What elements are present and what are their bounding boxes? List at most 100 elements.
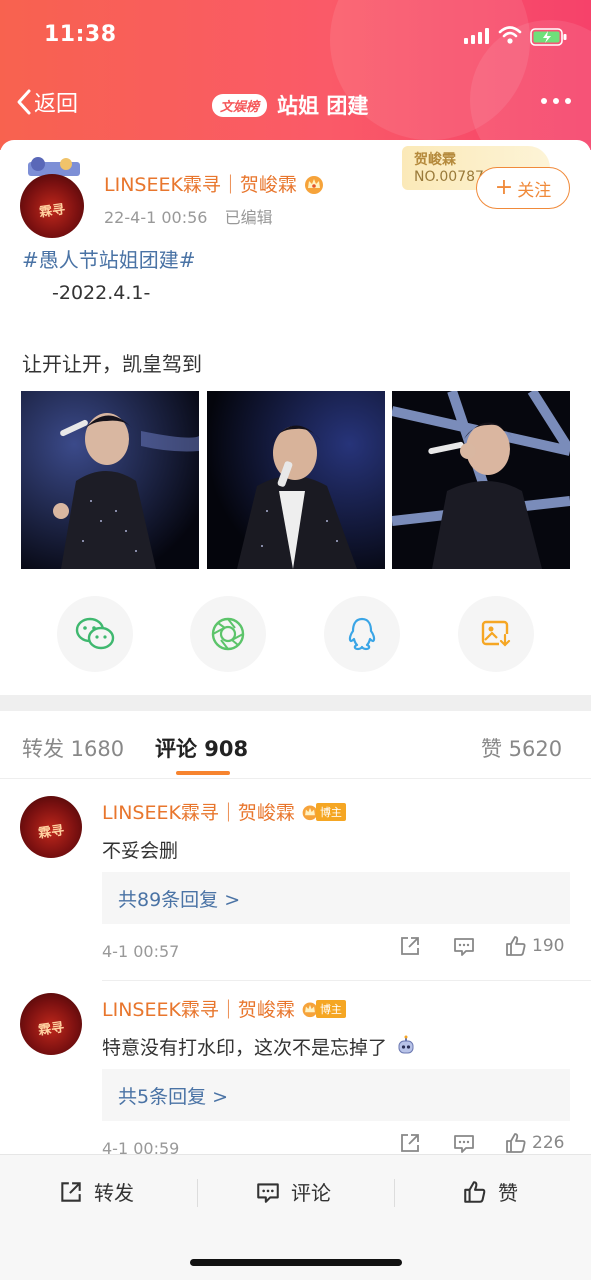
avatar-text: 霖寻: [37, 1020, 66, 1039]
post-photo-3[interactable]: [392, 391, 570, 569]
status-time: 11:38: [44, 22, 117, 47]
comment-text: 不妥会删: [102, 840, 179, 862]
comment-icon: [454, 1135, 474, 1153]
comment-repost-button[interactable]: [398, 934, 422, 958]
photo-image: [392, 391, 570, 569]
comment-button[interactable]: 评论: [255, 1177, 331, 1206]
post-meta: 22-4-1 00:56 已编辑: [104, 204, 273, 228]
tab-reposts[interactable]: 转发 1680: [22, 733, 124, 763]
comment-label: 评论: [291, 1181, 331, 1205]
comment-like-count: 190: [532, 936, 565, 956]
section-divider: [0, 695, 591, 711]
comment-actions: 190: [396, 934, 576, 964]
back-label: 返回: [34, 92, 79, 117]
tab-comments[interactable]: 评论 908: [155, 733, 248, 763]
topic-link[interactable]: #愚人节站姐团建#: [22, 244, 196, 273]
nav-bar: 返回 文娱榜 站姐 团建: [0, 80, 591, 130]
page-title: 站姐 团建: [277, 94, 369, 118]
blogger-badge-label: 博主: [315, 999, 346, 1018]
repost-label: 转发: [94, 1181, 134, 1205]
comment-reply-button[interactable]: [452, 934, 476, 958]
repost-icon: [401, 1134, 419, 1152]
share-moments-button[interactable]: [190, 596, 266, 672]
more-dot: [553, 98, 559, 104]
post-timestamp: 22-4-1 00:56: [104, 208, 208, 227]
fan-card-number: NO.00787: [414, 169, 484, 185]
post-card: 霖寻 贺峻霖 NO.00787 LINSEEK霖寻｜贺峻霖 22-4-1 00:…: [0, 140, 591, 695]
comment-icon: [454, 938, 474, 956]
more-button[interactable]: [541, 98, 571, 104]
comment-repost-button[interactable]: [398, 1131, 422, 1155]
avatar-text: 霖寻: [38, 201, 67, 221]
share-wechat-button[interactable]: [57, 596, 133, 672]
post-date-line: -2022.4.1-: [52, 282, 151, 304]
moments-icon: [211, 617, 245, 651]
more-dot: [565, 98, 571, 104]
comment-author-name: LINSEEK霖寻｜贺峻霖: [102, 802, 295, 824]
post-photo-1[interactable]: [21, 391, 199, 569]
repost-button[interactable]: 转发: [58, 1177, 134, 1206]
fan-card-name: 贺峻霖: [414, 152, 456, 168]
comment-author-name: LINSEEK霖寻｜贺峻霖: [102, 999, 295, 1021]
robot-emoji-icon: [398, 1035, 414, 1054]
post-author[interactable]: LINSEEK霖寻｜贺峻霖: [104, 170, 325, 197]
qq-icon: [348, 617, 376, 651]
blogger-badge: 博主: [301, 802, 346, 821]
thumbs-up-icon: [464, 1180, 486, 1203]
post-avatar[interactable]: 霖寻: [20, 174, 84, 238]
comment-author[interactable]: LINSEEK霖寻｜贺峻霖 博主: [102, 995, 346, 1022]
comment-time: 4-1 00:57: [102, 942, 180, 961]
comment-text: 特意没有打水印，这次不是忘掉了: [102, 1033, 417, 1060]
like-button[interactable]: 赞: [462, 1177, 518, 1206]
view-replies-link[interactable]: 共5条回复 >: [102, 1069, 570, 1121]
comment-icon: [257, 1182, 279, 1203]
thumbs-up-icon: [506, 936, 526, 956]
edited-label: 已编辑: [224, 208, 273, 227]
comment-avatar[interactable]: 霖寻: [20, 796, 82, 858]
repost-icon: [401, 937, 419, 955]
like-label: 赞: [498, 1181, 518, 1205]
back-button[interactable]: 返回: [16, 86, 78, 118]
wifi-icon: [498, 26, 522, 44]
comment-avatar[interactable]: 霖寻: [20, 993, 82, 1055]
nav-center: 文娱榜 站姐 团建: [212, 90, 368, 120]
photo-image: [21, 391, 199, 569]
comment-separator: [102, 980, 591, 981]
comment-author[interactable]: LINSEEK霖寻｜贺峻霖 博主: [102, 798, 346, 825]
more-dot: [541, 98, 547, 104]
post-photo-2[interactable]: [207, 391, 385, 569]
repost-icon: [61, 1181, 81, 1202]
comment-like-button[interactable]: 226: [504, 1131, 564, 1155]
follow-button[interactable]: + 关注: [476, 167, 570, 209]
tab-bar: 转发 1680 评论 908 赞 5620: [0, 711, 591, 779]
author-name: LINSEEK霖寻｜贺峻霖: [104, 174, 297, 196]
rank-badge[interactable]: 文娱榜: [212, 93, 268, 117]
tab-likes[interactable]: 赞 5620: [481, 733, 562, 763]
chevron-left-icon: [17, 89, 31, 115]
comment-like-button[interactable]: 190: [504, 934, 564, 958]
home-indicator: [190, 1259, 402, 1266]
signal-icon: [464, 28, 489, 44]
avatar-text: 霖寻: [37, 823, 66, 842]
status-bar: 11:38: [0, 0, 591, 72]
plus-icon: +: [494, 175, 514, 200]
bottom-action-bar: 转发 评论 赞: [0, 1154, 591, 1280]
save-image-icon: [481, 620, 511, 648]
battery-icon: [530, 28, 567, 46]
post-text: 让开让开，凯皇驾到: [22, 352, 202, 376]
blogger-badge: 博主: [301, 999, 346, 1018]
active-tab-indicator: [176, 771, 230, 775]
comment-reply-button[interactable]: [452, 1131, 476, 1155]
bar-divider: [394, 1179, 395, 1207]
header: 11:38 返回 文娱榜 站姐 团建: [0, 0, 591, 150]
wechat-icon: [75, 617, 115, 650]
photo-image: [207, 391, 385, 569]
crown-icon: [304, 175, 323, 194]
comment-like-count: 226: [532, 1133, 565, 1153]
follow-label: 关注: [517, 180, 552, 201]
save-image-button[interactable]: [458, 596, 534, 672]
share-qq-button[interactable]: [324, 596, 400, 672]
view-replies-link[interactable]: 共89条回复 >: [102, 872, 570, 924]
bar-divider: [197, 1179, 198, 1207]
blogger-badge-label: 博主: [315, 802, 346, 821]
